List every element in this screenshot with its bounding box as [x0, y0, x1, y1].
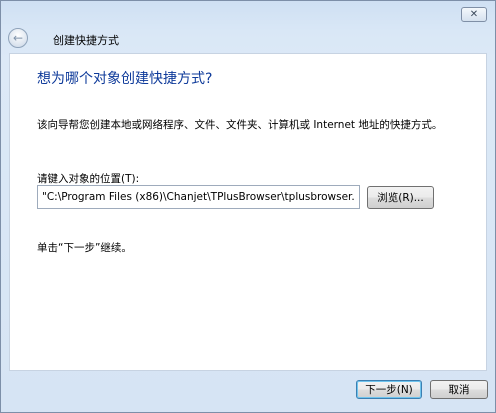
- location-label: 请键入对象的位置(T):: [37, 173, 140, 185]
- close-icon: ✕: [469, 8, 479, 20]
- continue-hint: 单击“下一步”继续。: [37, 242, 132, 254]
- browse-button[interactable]: 浏览(R)...: [367, 186, 434, 209]
- wizard-window: ✕ ← 创建快捷方式 想为哪个对象创建快捷方式? 该向导帮您创建本地或网络程序、…: [0, 0, 496, 413]
- close-button[interactable]: ✕: [461, 7, 487, 22]
- window-title: 创建快捷方式: [53, 34, 119, 47]
- page-heading: 想为哪个对象创建快捷方式?: [37, 71, 213, 87]
- next-button[interactable]: 下一步(N): [356, 380, 422, 399]
- cancel-button[interactable]: 取消: [430, 380, 488, 399]
- wizard-description: 该向导帮您创建本地或网络程序、文件、文件夹、计算机或 Internet 地址的快…: [37, 119, 443, 131]
- back-arrow-icon: ←: [12, 31, 24, 45]
- back-button[interactable]: ←: [8, 28, 28, 48]
- location-input[interactable]: [37, 185, 360, 209]
- wizard-content-panel: 想为哪个对象创建快捷方式? 该向导帮您创建本地或网络程序、文件、文件夹、计算机或…: [9, 53, 487, 371]
